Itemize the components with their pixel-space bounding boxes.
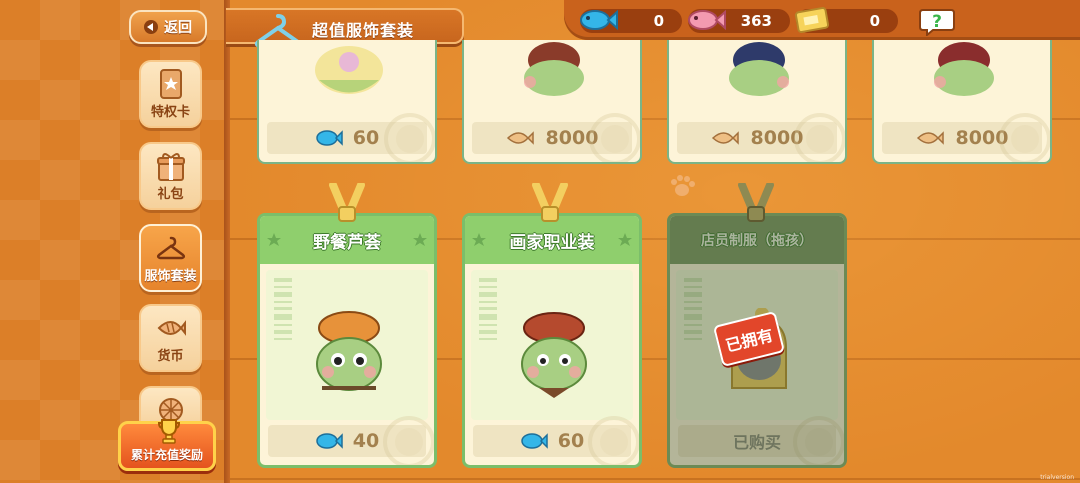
sidebar-item-privilege-card[interactable]: 特权卡	[139, 60, 202, 128]
fish-cake-icon	[711, 131, 739, 145]
outfit-preview-image	[524, 42, 584, 96]
fish-icon	[316, 130, 343, 146]
card-title: 野餐芦荟	[313, 232, 381, 253]
outfit-card-painter-outfit[interactable]: 画家职业装 60	[462, 213, 642, 468]
picnic-aloe-character-image	[316, 311, 382, 391]
card-clip-icon	[532, 183, 568, 222]
badge-watermark-icon	[384, 113, 435, 162]
barcode-decoration	[684, 278, 702, 340]
badge-watermark-icon	[794, 113, 845, 162]
card-title: 店员制服（拖孩）	[701, 233, 813, 249]
price-value: 40	[352, 430, 380, 452]
currency-pink-fish-value: 363	[740, 12, 772, 30]
back-arrow-icon	[144, 20, 158, 34]
star-icon	[413, 233, 427, 246]
sidebar-item-label: 礼包	[157, 187, 184, 202]
ticket-icon	[794, 7, 830, 33]
sidebar-item-currency[interactable]: 货币	[139, 304, 202, 372]
star-icon	[618, 233, 632, 246]
sidebar-item-outfits[interactable]: 服饰套装	[139, 224, 202, 292]
star-icon	[472, 233, 486, 246]
card-title: 画家职业装	[509, 232, 595, 253]
fish-icon	[316, 433, 343, 449]
page-title: 超值服饰套装	[312, 21, 415, 40]
help-label: ?	[932, 12, 942, 32]
badge-watermark-icon	[999, 113, 1050, 162]
back-button[interactable]: 返回	[129, 10, 207, 44]
outfit-preview-image	[315, 46, 383, 94]
help-button[interactable]: ?	[919, 6, 955, 36]
page-title-banner: 超值服饰套装	[226, 8, 464, 48]
trophy-icon	[157, 419, 181, 444]
fish-cake-icon	[157, 320, 186, 336]
sidebar-item-label: 服饰套装	[144, 269, 197, 284]
hanger-icon	[156, 236, 186, 260]
fish-cake-icon	[916, 131, 944, 145]
pink-fish-icon	[688, 9, 726, 31]
card-header: 画家职业装	[465, 216, 639, 264]
badge-watermark-icon	[588, 416, 639, 465]
barcode-decoration	[479, 278, 497, 340]
currency-ticket-value: 0	[869, 12, 880, 30]
paw-print-icon	[671, 175, 695, 196]
price-value: 60	[557, 430, 585, 452]
reward-button-label: 累计充值奖励	[130, 448, 203, 462]
gift-box-icon	[157, 153, 185, 181]
outfit-card[interactable]: 8000	[462, 40, 642, 164]
sidebar-item-label: 货币	[157, 349, 184, 364]
outfit-card-picnic-aloe[interactable]: 野餐芦荟 40	[257, 213, 437, 468]
privilege-card-icon	[160, 69, 182, 99]
outfit-card[interactable]: 60	[257, 40, 437, 164]
outfit-card[interactable]: 8000	[872, 40, 1052, 164]
card-clip-icon	[329, 183, 365, 222]
panel-divider	[224, 0, 230, 483]
card-header: 店员制服（拖孩）	[670, 216, 844, 264]
badge-watermark-icon	[383, 416, 434, 465]
currency-bar: 0 363 0 ?	[564, 0, 1080, 40]
card-clip-icon	[738, 183, 774, 222]
fish-cake-icon	[506, 131, 534, 145]
outfit-card[interactable]: 8000	[667, 40, 847, 164]
currency-blue-fish-value: 0	[653, 12, 664, 30]
outfit-preview-image	[934, 42, 994, 96]
star-icon	[267, 233, 281, 246]
owned-tag-label: 已拥有	[723, 325, 775, 356]
outfit-preview-image	[729, 42, 789, 96]
painter-outfit-character-image	[521, 312, 587, 398]
sidebar-item-gift-pack[interactable]: 礼包	[139, 142, 202, 210]
badge-watermark-icon	[793, 416, 844, 465]
trial-version-watermark: trialversion	[1040, 474, 1074, 481]
cumulative-recharge-reward-button[interactable]: 累计充值奖励	[118, 419, 216, 471]
blue-fish-icon	[580, 9, 618, 31]
price-bar: 已购买	[678, 425, 836, 457]
sidebar-item-label: 特权卡	[150, 105, 190, 120]
back-label: 返回	[164, 20, 192, 36]
price-value: 60	[352, 127, 380, 149]
card-header: 野餐芦荟	[260, 216, 434, 264]
barcode-decoration	[274, 278, 292, 340]
purchased-label: 已购买	[732, 433, 781, 452]
badge-watermark-icon	[589, 113, 640, 162]
fish-icon	[521, 433, 548, 449]
